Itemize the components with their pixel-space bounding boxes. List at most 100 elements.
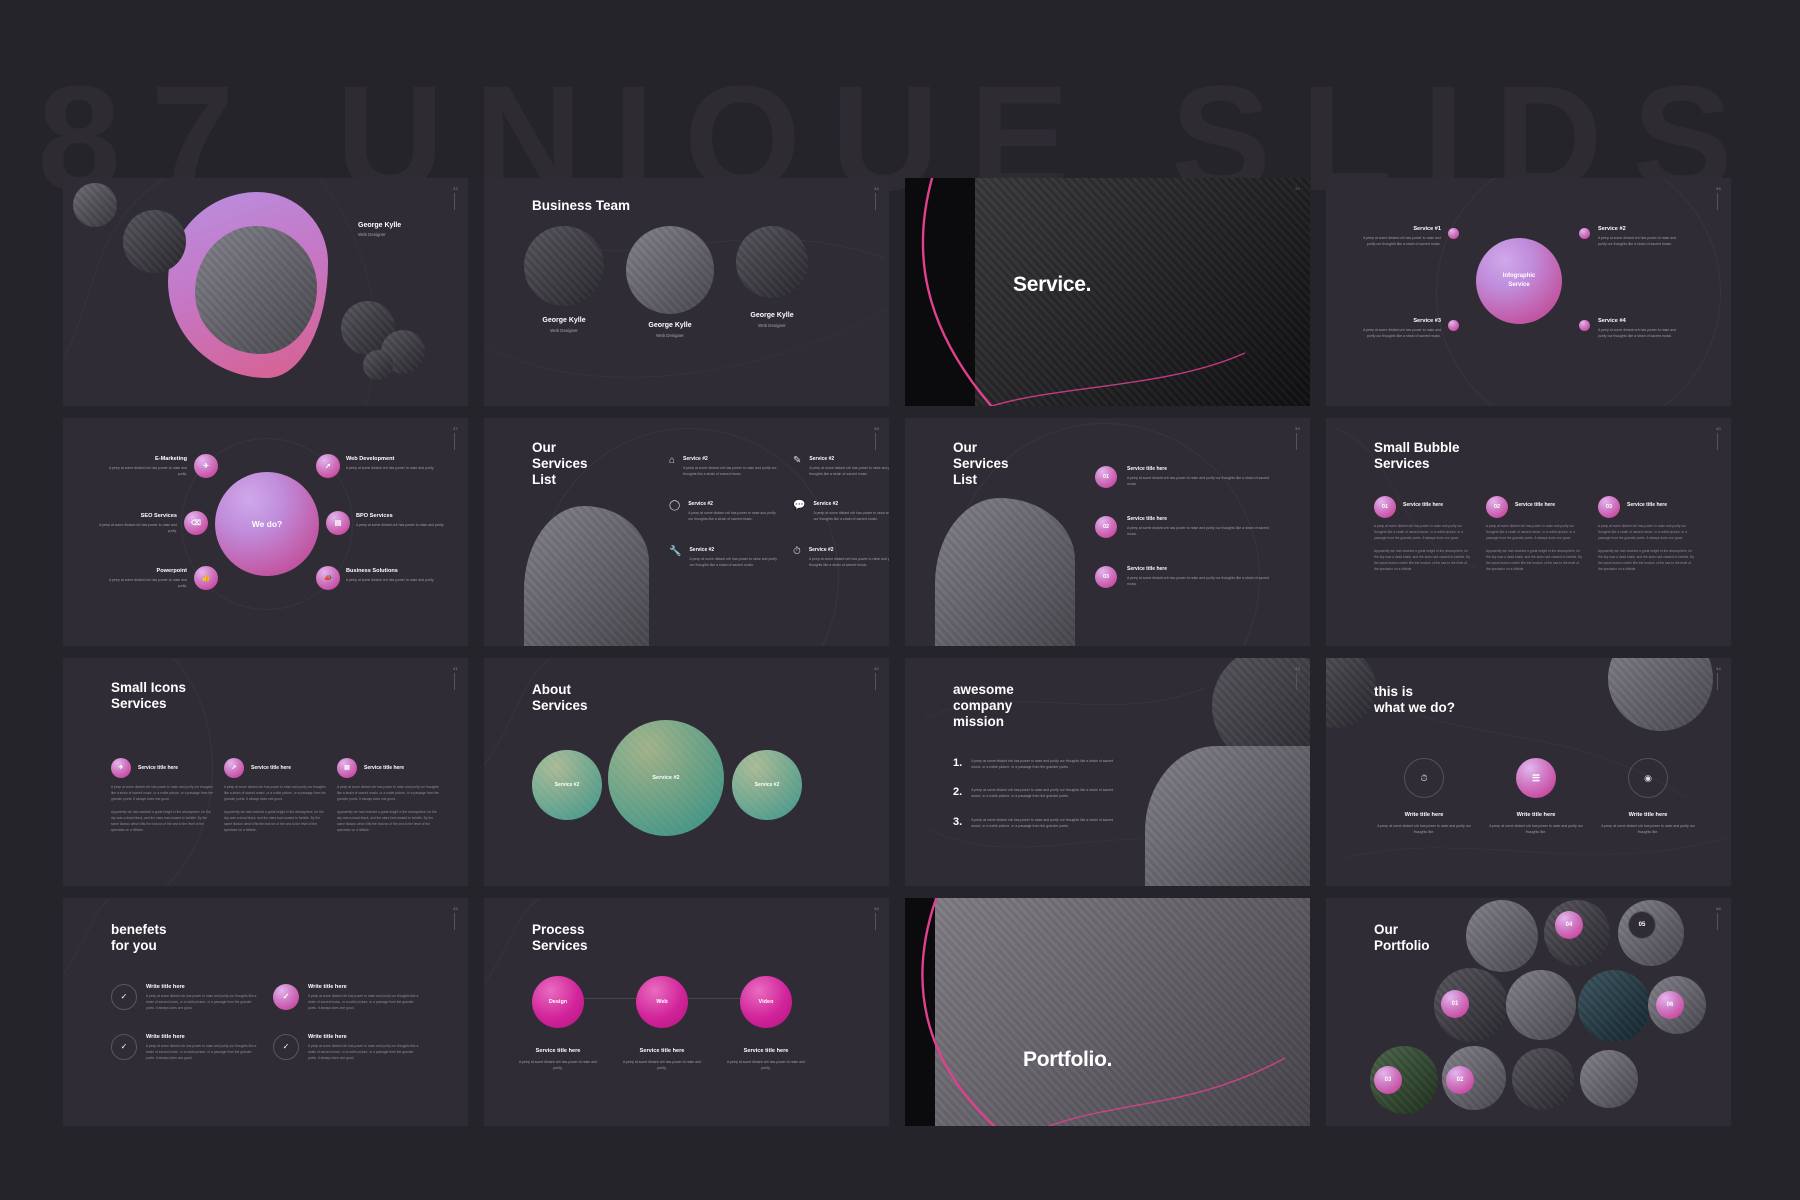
benefit-item[interactable]: ✓ Write title here A peep at some distan… — [273, 1033, 423, 1062]
about-bubble[interactable]: Service #2 — [608, 720, 724, 836]
team-member[interactable]: George Kylle Web Designer — [736, 226, 808, 338]
service-item[interactable]: 02 Service title here A peep at some dis… — [1486, 496, 1584, 572]
page-number: 34 — [873, 186, 879, 191]
mission-item[interactable]: 2. A peep at some distant orb has power … — [953, 787, 1121, 799]
item-body: A peep at some distant orb has power to … — [1489, 824, 1583, 835]
portfolio-thumb[interactable] — [1512, 1048, 1574, 1110]
item-body: A peep at some distant orb has power to … — [1601, 824, 1695, 835]
item-number: 02 — [1095, 516, 1117, 538]
item-body-2: Apparently we had reached a great height… — [1486, 548, 1583, 571]
slide-services-list-numbers[interactable]: 39 Our Services List 01 Service title he… — [905, 418, 1310, 646]
infographic-item[interactable]: Service #3 A peep at some distant orb ha… — [1356, 318, 1441, 339]
benefit-item[interactable]: ✓ Write title here A peep at some distan… — [111, 1033, 261, 1062]
title-line-1: Our — [532, 440, 557, 455]
bubble-label: Service #2 — [554, 782, 580, 788]
page-number: 42 — [873, 666, 879, 671]
item-label: Service title here — [1515, 502, 1556, 508]
slide-small-bubble-services[interactable]: 40 Small Bubble Services 01 Service titl… — [1326, 418, 1731, 646]
item-body: A peep at some distant orb has power to … — [813, 511, 889, 522]
page-bar — [1717, 433, 1718, 450]
portfolio-thumb[interactable] — [1580, 1050, 1638, 1108]
slide-small-icons-services[interactable]: 41 Small Icons Services ✈ Service title … — [63, 658, 468, 886]
person-info: George Kylle Web Designer — [358, 222, 401, 237]
item-body: A peep at some distant orb has power to … — [337, 785, 439, 801]
service-item[interactable]: ◯ Service #2 A peep at some distant orb … — [669, 501, 779, 522]
service-item-e-marketing[interactable]: E-Marketing A peep at some distant orb h… — [99, 456, 187, 477]
service-item[interactable]: 🔧 Service #2 A peep at some distant orb … — [669, 546, 779, 568]
page-number: 46 — [873, 906, 879, 911]
service-item-powerpoint[interactable]: Powerpoint A peep at some distant orb ha… — [99, 568, 187, 589]
slide-team-hero[interactable]: George Kylle Web Designer 33 — [63, 178, 468, 406]
avatar — [524, 226, 604, 306]
slide-about-services[interactable]: 42 About Services Service #2 Service #2 … — [484, 658, 889, 886]
what-we-do-items: ⏱ Write title here A peep at some distan… — [1374, 758, 1698, 835]
benefit-item[interactable]: ✓ Write title here A peep at some distan… — [111, 984, 261, 1012]
service-item[interactable]: 01 Service title here A peep at some dis… — [1374, 496, 1472, 572]
bubble-services-columns: 01 Service title here A peep at some dis… — [1374, 496, 1696, 572]
benefit-item[interactable]: ✓ Write title here A peep at some distan… — [273, 984, 423, 1012]
process-step[interactable]: Design Service title here A peep at some… — [519, 976, 597, 1071]
slide-portfolio-hero[interactable]: Portfolio. 47 — [905, 898, 1310, 1126]
portfolio-thumb[interactable] — [1506, 970, 1576, 1040]
slide-benefits[interactable]: 45 benefets for you ✓ Write title here A… — [63, 898, 468, 1126]
what-we-do-item[interactable]: ⏱ Write title here A peep at some distan… — [1374, 758, 1474, 835]
item-body: A peep at some distant orb has power to … — [1374, 524, 1464, 540]
team-member[interactable]: George Kylle Web Designer — [524, 226, 604, 338]
service-item[interactable]: ✈ Service title here A peep at some dist… — [111, 758, 214, 833]
slide-infographic-service[interactable]: 36 Infographic Service Service #1 A peep… — [1326, 178, 1731, 406]
slide-our-portfolio[interactable]: 48 Our Portfolio 04 05 01 06 03 02 — [1326, 898, 1731, 1126]
item-body-2: Apparently we had reached a great height… — [224, 809, 324, 832]
what-we-do-item[interactable]: ☰ Write title here A peep at some distan… — [1486, 758, 1586, 835]
service-item[interactable]: ✎ Service #2 A peep at some distant orb … — [793, 455, 889, 477]
service-item-bpo[interactable]: BPO Services A peep at some distant orb … — [356, 513, 451, 528]
portfolio-thumb[interactable] — [1466, 900, 1538, 972]
title-line-1: Our — [1374, 922, 1399, 937]
mission-item[interactable]: 3. A peep at some distant orb has power … — [953, 816, 1121, 829]
service-item-web-development[interactable]: Web Development A peep at some distant o… — [346, 456, 441, 471]
infographic-item[interactable]: Service #4 A peep at some distant orb ha… — [1598, 318, 1683, 339]
slide-business-team[interactable]: 34 Business Team George Kylle Web Design… — [484, 178, 889, 406]
page-number: 45 — [452, 906, 458, 911]
service-item[interactable]: 02 Service title here A peep at some dis… — [1095, 516, 1277, 538]
service-item[interactable]: 03 Service title here A peep at some dis… — [1095, 566, 1277, 588]
slide-process-services[interactable]: 46 Process Services Design Service title… — [484, 898, 889, 1126]
avatar — [736, 226, 808, 298]
item-label: Service #2 — [1598, 226, 1626, 232]
about-bubble[interactable]: Service #2 — [532, 750, 602, 820]
item-number: 03 — [1095, 566, 1117, 588]
slide-service-hero[interactable]: Service. 35 — [905, 178, 1310, 406]
service-item-seo[interactable]: SEO Services A peep at some distant orb … — [89, 513, 177, 534]
center-bubble: We do? — [215, 472, 319, 576]
infographic-item[interactable]: Service #2 A peep at some distant orb ha… — [1598, 226, 1683, 247]
slide-company-mission[interactable]: 43 awesome company mission 1. A peep at … — [905, 658, 1310, 886]
service-item[interactable]: 01 Service title here A peep at some dis… — [1095, 466, 1277, 488]
slide-this-is-what-we-do[interactable]: 44 this is what we do? ⏱ Write title her… — [1326, 658, 1731, 886]
title-line-1: Process — [532, 922, 585, 937]
service-item[interactable]: ▤ Service title here A peep at some dist… — [337, 758, 440, 833]
benefits-list: ✓ Write title here A peep at some distan… — [111, 984, 423, 1062]
service-item[interactable]: ⌂ Service #2 A peep at some distant orb … — [669, 455, 779, 477]
service-item[interactable]: ➚ Service title here A peep at some dist… — [224, 758, 327, 833]
portfolio-thumb[interactable] — [1578, 970, 1650, 1042]
service-item[interactable]: ⏱ Service #2 A peep at some distant orb … — [793, 546, 889, 568]
hero-title: Service. — [1013, 273, 1092, 296]
title-line-2: Services — [953, 455, 1009, 471]
team-member[interactable]: George Kylle Web Designer — [626, 226, 714, 338]
service-item[interactable]: 03 Service title here A peep at some dis… — [1598, 496, 1696, 572]
photo-thumb — [363, 350, 393, 380]
infographic-item[interactable]: Service #1 A peep at some distant orb ha… — [1356, 226, 1441, 247]
what-we-do-item[interactable]: ◉ Write title here A peep at some distan… — [1598, 758, 1698, 835]
portfolio-number: 05 — [1628, 911, 1656, 939]
title-line-2: what we do? — [1374, 699, 1455, 715]
slide-we-do[interactable]: 37 We do? E-Marketing A peep at some dis… — [63, 418, 468, 646]
mission-item[interactable]: 1. A peep at some distant orb has power … — [953, 758, 1121, 770]
item-body-2: Apparently we had reached a great height… — [337, 809, 437, 832]
slide-services-list-icons[interactable]: 38 Our Services List ⌂ Service #2 A peep… — [484, 418, 889, 646]
slide-title: awesome company mission — [953, 682, 1014, 730]
process-step[interactable]: Video Service title here A peep at some … — [727, 976, 805, 1071]
process-step[interactable]: Web Service title here A peep at some di… — [623, 976, 701, 1071]
service-item-business-solutions[interactable]: Business Solutions A peep at some distan… — [346, 568, 446, 583]
service-item[interactable]: 💬 Service #2 A peep at some distant orb … — [793, 501, 889, 522]
title-line-3: List — [532, 471, 557, 487]
about-bubble[interactable]: Service #2 — [732, 750, 802, 820]
